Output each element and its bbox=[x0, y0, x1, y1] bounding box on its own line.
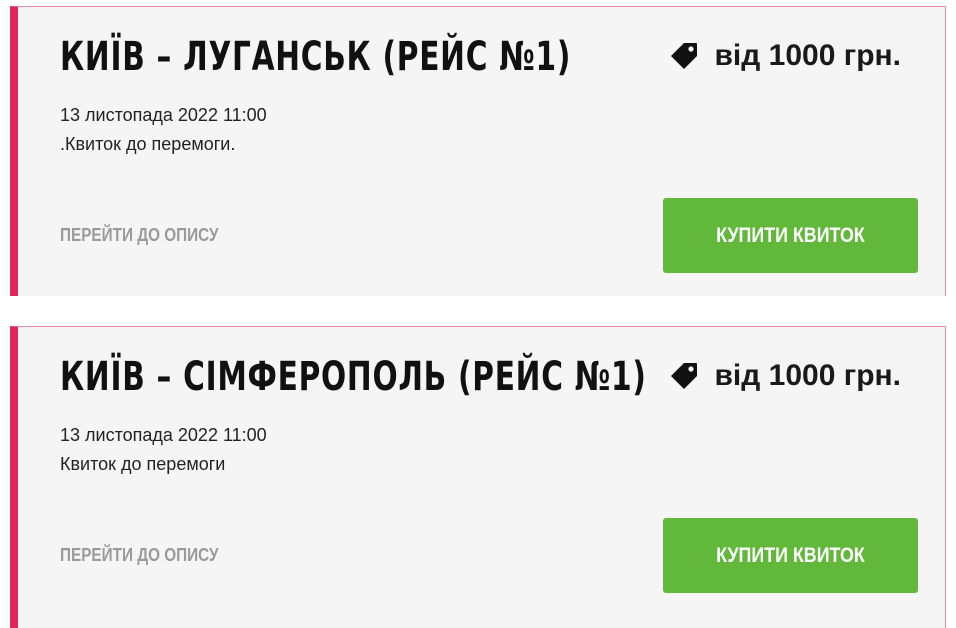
price-tag-icon bbox=[670, 362, 698, 390]
ticket-title: КИЇВ – ЛУГАНСЬК (РЕЙС №1) bbox=[60, 34, 572, 80]
price-tag-icon bbox=[670, 42, 698, 70]
buy-ticket-label: КУПИТИ КВИТОК bbox=[716, 543, 865, 567]
buy-ticket-button[interactable]: КУПИТИ КВИТОК bbox=[663, 198, 918, 273]
details-link[interactable]: ПЕРЕЙТИ ДО ОПИСУ bbox=[60, 225, 219, 246]
ticket-description: Квиток до перемоги bbox=[60, 454, 226, 474]
ticket-title: КИЇВ – СІМФЕРОПОЛЬ (РЕЙС №1) bbox=[60, 354, 647, 400]
ticket-card: КИЇВ – СІМФЕРОПОЛЬ (РЕЙС №1) від 1000 гр… bbox=[10, 326, 946, 628]
ticket-description: .Квиток до перемоги. bbox=[60, 134, 236, 154]
price-text: від 1000 грн. bbox=[714, 359, 901, 392]
price-text: від 1000 грн. bbox=[714, 39, 901, 72]
buy-ticket-button[interactable]: КУПИТИ КВИТОК bbox=[663, 518, 918, 593]
details-link[interactable]: ПЕРЕЙТИ ДО ОПИСУ bbox=[60, 545, 219, 566]
ticket-price: від 1000 грн. bbox=[670, 359, 901, 393]
ticket-card: КИЇВ – ЛУГАНСЬК (РЕЙС №1) від 1000 грн. … bbox=[10, 6, 946, 296]
ticket-date: 13 листопада 2022 11:00 bbox=[60, 105, 267, 125]
buy-ticket-label: КУПИТИ КВИТОК bbox=[716, 223, 865, 247]
ticket-date: 13 листопада 2022 11:00 bbox=[60, 425, 267, 445]
ticket-price: від 1000 грн. bbox=[670, 39, 901, 73]
